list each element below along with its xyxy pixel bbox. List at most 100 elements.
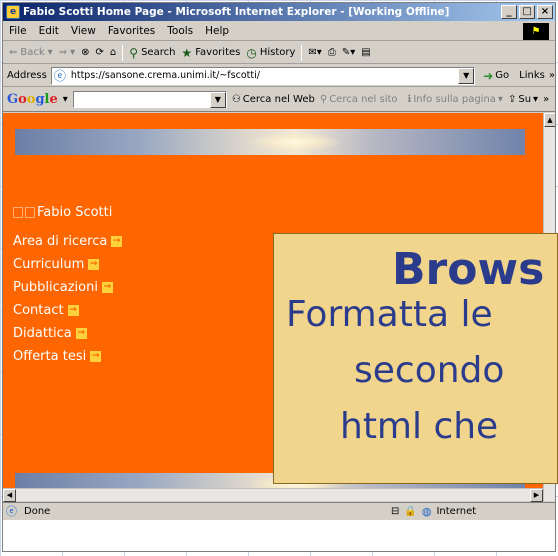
status-bar: ⓔ Done ⊟ 🔒 ◍ Internet (3, 502, 555, 520)
arrow-right-icon: → (101, 282, 113, 293)
menu-edit[interactable]: Edit (39, 25, 59, 37)
address-dropdown-button[interactable]: ▼ (458, 67, 475, 84)
arrow-right-icon: → (67, 305, 79, 316)
site-title: Fabio Scotti (13, 205, 122, 220)
print-icon: ⎙ (327, 47, 336, 58)
window-controls: _ □ × (501, 5, 553, 19)
address-bar: Address ⓔ https://sansone.crema.unimi.it… (3, 65, 555, 87)
discuss-button[interactable]: ▤ (361, 47, 370, 58)
chevron-right-icon: » (548, 70, 555, 81)
slide-overlay-box: Brows Formatta le secondo html che (273, 233, 558, 484)
address-url: https://sansone.crema.unimi.it/~fscotti/ (70, 70, 260, 81)
nav-link-label: Contact (13, 303, 64, 318)
history-button[interactable]: ◷ History (246, 46, 295, 60)
folder-up-icon: ⇪ (507, 94, 517, 105)
nav-link-label: Area di ricerca (13, 234, 108, 249)
search-button[interactable]: ⚲ Search (129, 46, 175, 60)
menu-tools[interactable]: Tools (167, 25, 193, 37)
forward-arrow-icon: ⇒ (58, 47, 68, 58)
back-arrow-icon: ⇐ (9, 47, 18, 58)
search-site-label: Cerca nel sito (329, 94, 398, 105)
google-logo[interactable]: Google (7, 92, 58, 107)
slide-area-below (3, 520, 555, 551)
menu-file[interactable]: File (9, 25, 27, 37)
placeholder-square-icon (25, 207, 35, 218)
toolbar-separator (122, 44, 124, 61)
search-label: Search (141, 47, 176, 58)
links-button[interactable]: Links (519, 70, 545, 81)
status-text: Done (24, 506, 51, 517)
menu-favorites[interactable]: Favorites (108, 25, 155, 37)
google-dropdown-button[interactable]: ▼ (209, 92, 226, 108)
windows-logo-icon: ⚑ (523, 23, 549, 40)
overlay-line: secondo (354, 350, 505, 391)
chevron-down-icon: ▾ (62, 94, 68, 105)
standard-toolbar: ⇐ Back ▾ ⇒ ▾ ⊗ ⟳ ⌂ ⚲ Search ★ Favorites … (3, 42, 555, 64)
page-info-button[interactable]: ℹ Info sulla pagina ▾ (408, 94, 503, 105)
refresh-icon: ⟳ (95, 47, 104, 58)
minimize-button[interactable]: _ (501, 5, 517, 19)
up-label: Su (518, 94, 532, 105)
home-button[interactable]: ⌂ (110, 47, 116, 58)
nav-link-area-di-ricerca[interactable]: Area di ricerca → (13, 230, 123, 253)
search-web-button[interactable]: ⚇ Cerca nel Web (232, 94, 315, 105)
horizontal-scrollbar[interactable]: ◀ ▶ (3, 488, 543, 502)
globe-icon: ◍ (421, 505, 432, 518)
search-icon: ⚲ (129, 45, 139, 60)
close-button[interactable]: × (537, 5, 553, 19)
nav-link-pubblicazioni[interactable]: Pubblicazioni → (13, 276, 122, 299)
go-button[interactable]: ➜ Go (483, 69, 509, 83)
edit-button[interactable]: ✎▾ (342, 47, 355, 58)
site-title-text: Fabio Scotti (37, 205, 113, 220)
chevron-right-icon: » (543, 94, 550, 105)
chevron-down-icon: ▾ (70, 47, 76, 58)
nav-link-offerta-tesi[interactable]: Offerta tesi → (13, 345, 122, 368)
mail-button[interactable]: ✉▾ (308, 47, 321, 58)
scroll-right-arrow-icon[interactable]: ▶ (530, 489, 543, 502)
home-icon: ⌂ (109, 47, 117, 58)
page-done-icon: ⓔ (6, 504, 17, 518)
google-toolbar: Google ▾ ▼ ⚇ Cerca nel Web ⚲ Cerca nel s… (3, 88, 555, 112)
google-search-input[interactable]: ▼ (72, 91, 227, 108)
nav-link-label: Pubblicazioni (13, 280, 98, 295)
history-icon: ◷ (246, 45, 257, 60)
back-button[interactable]: ⇐ Back ▾ (9, 47, 53, 58)
internet-explorer-icon: e (6, 5, 20, 19)
chevron-down-icon: ▾ (533, 94, 539, 105)
arrow-right-icon: → (75, 328, 87, 339)
placeholder-square-icon (13, 207, 23, 218)
search-site-button[interactable]: ⚲ Cerca nel sito (320, 94, 398, 105)
favorites-button[interactable]: ★ Favorites (181, 46, 240, 60)
nav-link-didattica[interactable]: Didattica → (13, 322, 122, 345)
site-navigation: Fabio Scotti Area di ricerca → Curriculu… (13, 205, 123, 368)
menu-help[interactable]: Help (205, 25, 229, 37)
mail-icon: ✉▾ (308, 47, 322, 58)
overlay-title: Brows (392, 244, 545, 295)
discuss-icon: ▤ (361, 47, 371, 58)
address-input[interactable]: ⓔ https://sansone.crema.unimi.it/~fscott… (50, 66, 476, 85)
title-bar[interactable]: e Fabio Scotti Home Page - Microsoft Int… (3, 3, 555, 21)
page-icon: ⓔ (53, 68, 66, 83)
nav-link-contact[interactable]: Contact → (13, 299, 122, 322)
search-web-label: Cerca nel Web (242, 94, 315, 105)
refresh-button[interactable]: ⟳ (96, 47, 104, 58)
maximize-button[interactable]: □ (519, 5, 535, 19)
nav-link-curriculum[interactable]: Curriculum → (13, 253, 122, 276)
forward-button[interactable]: ⇒ ▾ (59, 47, 75, 58)
menu-view[interactable]: View (71, 25, 96, 37)
edit-icon: ✎▾ (341, 47, 356, 58)
history-label: History (259, 47, 296, 58)
stop-button[interactable]: ⊗ (81, 47, 89, 58)
arrow-right-icon: → (88, 259, 100, 270)
up-button[interactable]: ⇪ Su ▾ (508, 94, 538, 105)
print-button[interactable]: ⎙ (328, 47, 336, 58)
stop-icon: ⊗ (81, 47, 90, 58)
menu-bar: File Edit View Favorites Tools Help ⚑ (3, 22, 555, 41)
security-zone: Internet (436, 506, 477, 517)
search-site-icon: ⚲ (319, 94, 328, 105)
window-title: Fabio Scotti Home Page - Microsoft Inter… (23, 6, 450, 18)
scroll-left-arrow-icon[interactable]: ◀ (3, 489, 16, 502)
favorites-label: Favorites (195, 47, 241, 58)
scroll-up-arrow-icon[interactable]: ▲ (544, 113, 555, 127)
arrow-right-icon: → (90, 351, 102, 362)
